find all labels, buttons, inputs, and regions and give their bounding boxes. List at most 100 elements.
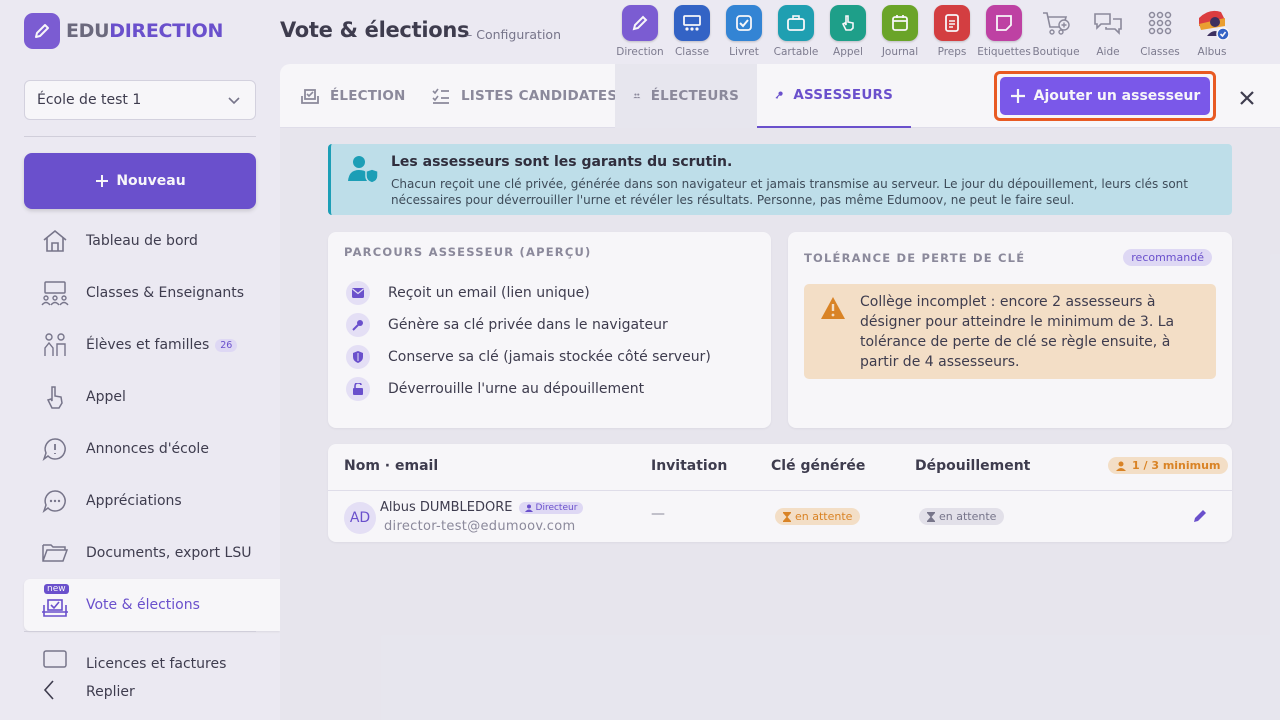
tab-bar: ÉLECTION LISTES CANDIDATES ÉLECTEURS ASS…: [280, 64, 1280, 128]
sidebar-item-licenses[interactable]: Licences et factures: [24, 632, 280, 672]
column-header: Clé générée: [771, 458, 866, 474]
app-classe[interactable]: Classe: [666, 5, 718, 61]
journey-title: PARCOURS ASSESSEUR (APERÇU): [344, 245, 592, 259]
collapse-label: Replier: [86, 684, 135, 700]
app-label: Aide: [1096, 46, 1120, 58]
tab-label: ÉLECTEURS: [650, 88, 739, 104]
app-direction[interactable]: Direction: [614, 5, 666, 61]
ballot-icon: [40, 590, 70, 620]
app-livret[interactable]: Livret: [718, 5, 770, 61]
journey-step-label: Génère sa clé privée dans le navigateur: [388, 317, 668, 333]
classroom-icon: [40, 278, 70, 308]
avatar: AD: [344, 502, 376, 534]
new-tag: new: [44, 584, 69, 594]
document-icon: [934, 5, 970, 41]
new-button[interactable]: Nouveau: [24, 153, 256, 209]
journey-step-label: Reçoit un email (lien unique): [388, 285, 590, 301]
tab-label: ASSESSEURS: [793, 87, 893, 103]
app-etiquettes[interactable]: Etiquettes: [977, 5, 1031, 61]
minimum-count-label: 1 / 3 minimum: [1132, 459, 1221, 472]
main-panel: ÉLECTION LISTES CANDIDATES ÉLECTEURS ASS…: [280, 64, 1280, 720]
sidebar-item-appel[interactable]: Appel: [24, 371, 280, 423]
minimum-count-badge: 1 / 3 minimum: [1108, 457, 1229, 474]
app-journal[interactable]: Journal: [874, 5, 926, 61]
info-banner: Les assesseurs sont les garants du scrut…: [328, 144, 1232, 215]
cart-icon: [1038, 5, 1074, 41]
page-title: Vote & élections: [280, 18, 470, 42]
sidebar-item-announcements[interactable]: Annonces d'école: [24, 423, 280, 475]
column-header: Invitation: [651, 458, 728, 474]
folder-icon: [40, 538, 70, 568]
sidebar-item-label: Classes & Enseignants: [86, 285, 245, 301]
app-label: Direction: [616, 46, 664, 58]
journey-step: Reçoit un email (lien unique): [346, 281, 590, 305]
key-icon: [775, 91, 783, 99]
app-boutique[interactable]: Boutique: [1030, 5, 1082, 61]
grid-icon: [1142, 5, 1178, 41]
family-icon: [40, 330, 70, 360]
pencil-icon: [622, 5, 658, 41]
app-label: Journal: [881, 46, 919, 58]
tab-label: LISTES CANDIDATES: [461, 88, 618, 104]
sidebar-item-label: Élèves et familles: [86, 337, 210, 353]
logo-pencil-icon: [24, 13, 60, 49]
hourglass-icon: [927, 511, 935, 522]
tab-candidate-lists[interactable]: LISTES CANDIDATES: [413, 64, 635, 128]
sidebar-item-documents[interactable]: Documents, export LSU: [24, 527, 280, 579]
edit-assessor-button[interactable]: [1192, 508, 1208, 528]
users-icon: [633, 93, 641, 99]
hourglass-icon: [783, 511, 791, 522]
app-logo[interactable]: EDUDIRECTION: [24, 13, 223, 49]
sidebar-item-classes[interactable]: Classes & Enseignants: [24, 267, 280, 319]
app-aide[interactable]: Aide: [1082, 5, 1134, 61]
key-icon: [346, 313, 370, 337]
assessor-name: Albus DUMBLEDORE: [380, 500, 513, 515]
sidebar-item-dashboard[interactable]: Tableau de bord: [24, 215, 280, 267]
tolerance-title: TOLÉRANCE DE PERTE DE CLÉ: [804, 251, 1026, 265]
info-title: Les assesseurs sont les garants du scrut…: [391, 154, 733, 170]
key-status-label: en attente: [795, 510, 853, 523]
school-select[interactable]: École de test 1: [24, 80, 256, 120]
app-label: Appel: [833, 46, 863, 58]
logo-direction: DIRECTION: [109, 20, 224, 42]
classroom-icon: [674, 5, 710, 41]
sidebar-item-students[interactable]: Élèves et familles 26: [24, 319, 280, 371]
tolerance-card: TOLÉRANCE DE PERTE DE CLÉ recommandé Col…: [788, 232, 1232, 428]
app-cartable[interactable]: Cartable: [770, 5, 822, 61]
app-label: Livret: [729, 46, 759, 58]
journey-step-label: Conserve sa clé (jamais stockée côté ser…: [388, 349, 711, 365]
tab-label: ÉLECTION: [330, 88, 406, 104]
counting-status-badge: en attente: [919, 508, 1005, 525]
add-assessor-button[interactable]: Ajouter un assesseur: [1000, 77, 1210, 115]
sticky-note-icon: [986, 5, 1022, 41]
app-label: Cartable: [773, 46, 819, 58]
students-count-badge: 26: [215, 338, 238, 352]
sidebar-nav: Tableau de bord Classes & Enseignants Él…: [24, 215, 280, 672]
warning-box: Collège incomplet : encore 2 assesseurs …: [804, 284, 1216, 379]
calendar-icon: [882, 5, 918, 41]
role-label: Directeur: [535, 502, 578, 513]
tab-voters[interactable]: ÉLECTEURS: [615, 64, 757, 128]
sidebar-item-vote[interactable]: new Vote & élections: [24, 579, 280, 631]
journey-card: PARCOURS ASSESSEUR (APERÇU) Reçoit un em…: [328, 232, 771, 428]
tab-election[interactable]: ÉLECTION: [282, 64, 424, 128]
app-label: Albus: [1197, 46, 1227, 58]
close-button[interactable]: [1235, 86, 1259, 110]
tab-assessors[interactable]: ASSESSEURS: [757, 64, 911, 128]
app-preps[interactable]: Preps: [926, 5, 978, 61]
briefcase-icon: [778, 5, 814, 41]
app-label: Etiquettes: [977, 46, 1031, 58]
sidebar-item-label: Tableau de bord: [86, 233, 198, 249]
sidebar-item-label: Licences et factures: [86, 656, 227, 672]
add-assessor-highlight: Ajouter un assesseur: [994, 71, 1216, 121]
info-text: Chacun reçoit une clé privée, générée da…: [391, 177, 1188, 207]
app-appel[interactable]: Appel: [822, 5, 874, 61]
user-avatar-icon: [1194, 5, 1230, 41]
sidebar-item-appreciations[interactable]: Appréciations: [24, 475, 280, 527]
app-classes[interactable]: Classes: [1134, 5, 1186, 61]
assessors-table: Nom · email Invitation Clé générée Dépou…: [328, 444, 1232, 542]
app-label: Boutique: [1032, 46, 1080, 58]
app-user-profile[interactable]: Albus: [1186, 5, 1238, 61]
logo-edu: EDU: [66, 20, 110, 42]
collapse-sidebar-button[interactable]: Replier: [24, 674, 256, 710]
